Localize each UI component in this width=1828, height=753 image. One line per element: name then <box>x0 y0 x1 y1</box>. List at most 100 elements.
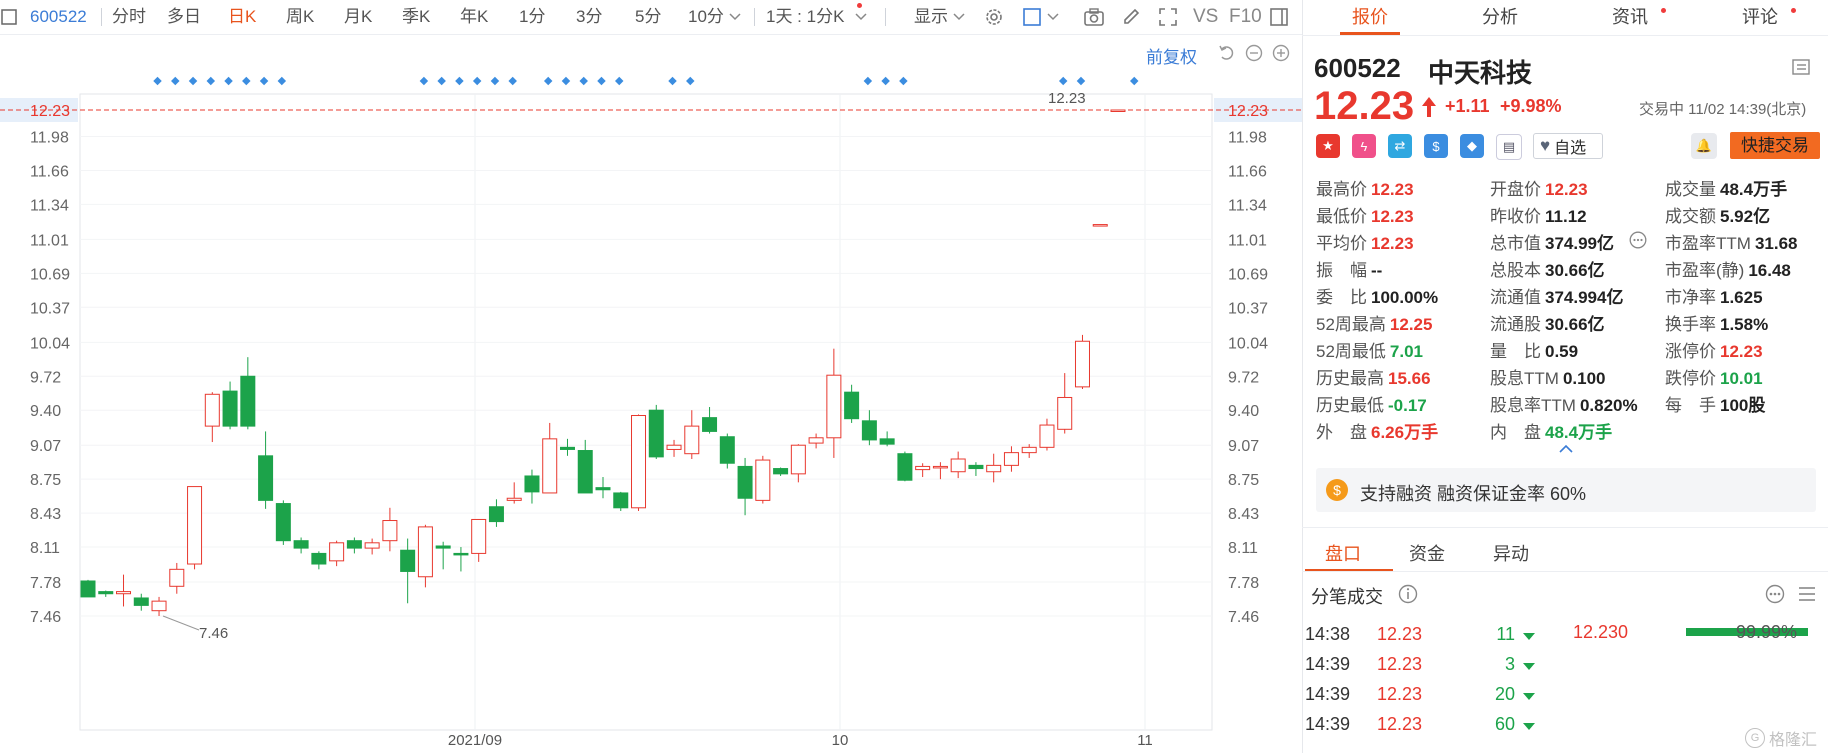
event-marker-icon <box>419 76 429 86</box>
lightning-icon[interactable]: ϟ <box>1352 134 1376 158</box>
stat-label: 52周最高 <box>1316 315 1386 334</box>
trade-time: 14:39 <box>1305 684 1351 704</box>
y-tick-label-right: 9.72 <box>1228 369 1259 386</box>
fullscreen-icon[interactable] <box>1157 6 1179 28</box>
settings-icon[interactable] <box>983 6 1005 28</box>
subtab-movement[interactable]: 异动 <box>1493 540 1529 566</box>
expand-chevron-icon[interactable] <box>1558 443 1574 455</box>
y-tick-label: 10.04 <box>30 335 70 352</box>
stat-cell: 52周最低 7.01 <box>1316 337 1423 362</box>
y-tick-label-right: 11.66 <box>1228 163 1267 180</box>
period-tab-weekly[interactable]: 周K <box>286 0 314 34</box>
toolbar-divider <box>101 8 102 26</box>
candle-body <box>453 552 469 556</box>
candle-body <box>897 453 913 481</box>
tag-icon[interactable]: ◆ <box>1460 134 1484 158</box>
stat-value: 48.4万手 <box>1720 180 1788 199</box>
quick-trade-button[interactable]: 快捷交易 <box>1730 132 1820 159</box>
china-flag-icon[interactable]: ★ <box>1316 134 1340 158</box>
trade-volume: 11 <box>1496 624 1515 644</box>
candle-body <box>488 506 504 523</box>
y-tick-label: 11.34 <box>30 197 69 214</box>
y-tick-label-right: 7.78 <box>1228 575 1259 592</box>
info-icon[interactable] <box>1397 583 1419 605</box>
stat-label: 最高价 <box>1316 180 1367 199</box>
period-tab-monthly[interactable]: 月K <box>344 0 372 34</box>
tab-news[interactable]: 资讯 <box>1570 0 1690 34</box>
event-marker-icon <box>472 76 482 86</box>
stat-label: 总市值 <box>1490 234 1541 253</box>
candle-body <box>1021 446 1037 454</box>
period-tab-daily[interactable]: 日K <box>228 0 256 34</box>
period-tab-3min[interactable]: 3分 <box>576 0 602 34</box>
period-tab-timeline[interactable]: 分时 <box>112 0 146 34</box>
subtab-orderbook[interactable]: 盘口 <box>1325 540 1361 566</box>
candle-body <box>222 390 238 427</box>
event-marker-icon <box>668 76 677 86</box>
stat-label: 涨停价 <box>1665 342 1716 361</box>
bell-icon[interactable]: 🔔 <box>1691 133 1717 159</box>
chevron-down-icon[interactable] <box>1046 10 1060 24</box>
shuffle-icon[interactable]: ⇄ <box>1388 134 1412 158</box>
pencil-icon[interactable] <box>1120 6 1142 28</box>
period-tab-5min[interactable]: 5分 <box>635 0 661 34</box>
candle-body <box>311 552 327 565</box>
subtab-capital[interactable]: 资金 <box>1409 540 1445 566</box>
candle-body <box>932 465 948 469</box>
candle-body <box>329 542 345 562</box>
interval-dropdown[interactable]: 1天 : 1分K <box>766 0 844 34</box>
stat-cell: 流通股 30.66亿 <box>1490 310 1605 335</box>
candle-body <box>950 458 966 473</box>
detail-list-icon[interactable] <box>1790 56 1812 78</box>
kline-chart[interactable]: 前复权 12.2312.2311.9811.9811.6611.6611.341… <box>0 34 1302 753</box>
stat-cell: 量 比 0.59 <box>1490 337 1578 362</box>
quote-name: 中天科技 <box>1428 58 1533 88</box>
stat-cell: 最低价 12.23 <box>1316 202 1414 227</box>
stat-label: 成交量 <box>1665 180 1716 199</box>
display-dropdown[interactable]: 显示 <box>914 0 948 34</box>
f10-button[interactable]: F10 <box>1229 0 1262 34</box>
candle-body <box>773 468 789 475</box>
period-tab-yearly[interactable]: 年K <box>460 0 488 34</box>
sidebar-toggle-icon[interactable] <box>1268 6 1290 28</box>
stat-value: 12.25 <box>1389 315 1433 334</box>
candle-body <box>116 591 132 595</box>
tab-comments[interactable]: 评论 <box>1700 0 1820 34</box>
stat-value: 0.100 <box>1562 369 1606 388</box>
chevron-down-icon[interactable] <box>854 10 868 24</box>
chevron-down-icon[interactable] <box>952 10 966 24</box>
tab-analysis[interactable]: 分析 <box>1440 0 1560 34</box>
stat-cell: 市盈率TTM 31.68 <box>1665 229 1797 254</box>
event-marker-icon <box>153 76 162 86</box>
square-icon[interactable] <box>1021 6 1043 28</box>
bid-percent: 99.99% <box>1736 622 1798 642</box>
stat-value: 12.23 <box>1371 180 1414 199</box>
compare-vs-button[interactable]: VS <box>1193 0 1218 34</box>
app-window: 600522 分时 多日 日K 周K 月K 季K 年K 1分 3分 5分 10分… <box>0 0 1828 753</box>
window-square-icon[interactable] <box>0 8 18 26</box>
stat-label: 每 手 <box>1665 396 1716 415</box>
stat-label: 内 盘 <box>1490 423 1541 442</box>
candle-body <box>790 444 806 475</box>
period-tab-quarterly[interactable]: 季K <box>402 0 430 34</box>
period-tab-1min[interactable]: 1分 <box>519 0 545 34</box>
y-tick-label: 11.66 <box>30 163 69 180</box>
more-icon[interactable] <box>1764 583 1786 605</box>
bookmark-icon[interactable]: ▤ <box>1496 134 1522 160</box>
candle-body <box>968 464 984 470</box>
period-tab-10min[interactable]: 10分 <box>688 0 724 34</box>
candle-body <box>275 503 291 542</box>
candle-body <box>1110 109 1126 112</box>
y-tick-label-right: 11.98 <box>1228 130 1267 147</box>
period-tab-multiday[interactable]: 多日 <box>167 0 201 34</box>
chevron-down-icon[interactable] <box>728 10 742 24</box>
market-cap-more-icon[interactable] <box>1628 230 1648 250</box>
stat-value: 30.66亿 <box>1545 315 1605 334</box>
watchlist-button[interactable]: ♥ 自选 <box>1533 133 1603 159</box>
y-tick-label: 11.01 <box>30 232 69 249</box>
menu-icon[interactable] <box>1796 583 1818 605</box>
tab-quote[interactable]: 报价 <box>1310 0 1430 34</box>
candle-body <box>577 450 593 494</box>
camera-icon[interactable] <box>1082 6 1106 28</box>
dollar-icon[interactable]: $ <box>1424 134 1448 158</box>
